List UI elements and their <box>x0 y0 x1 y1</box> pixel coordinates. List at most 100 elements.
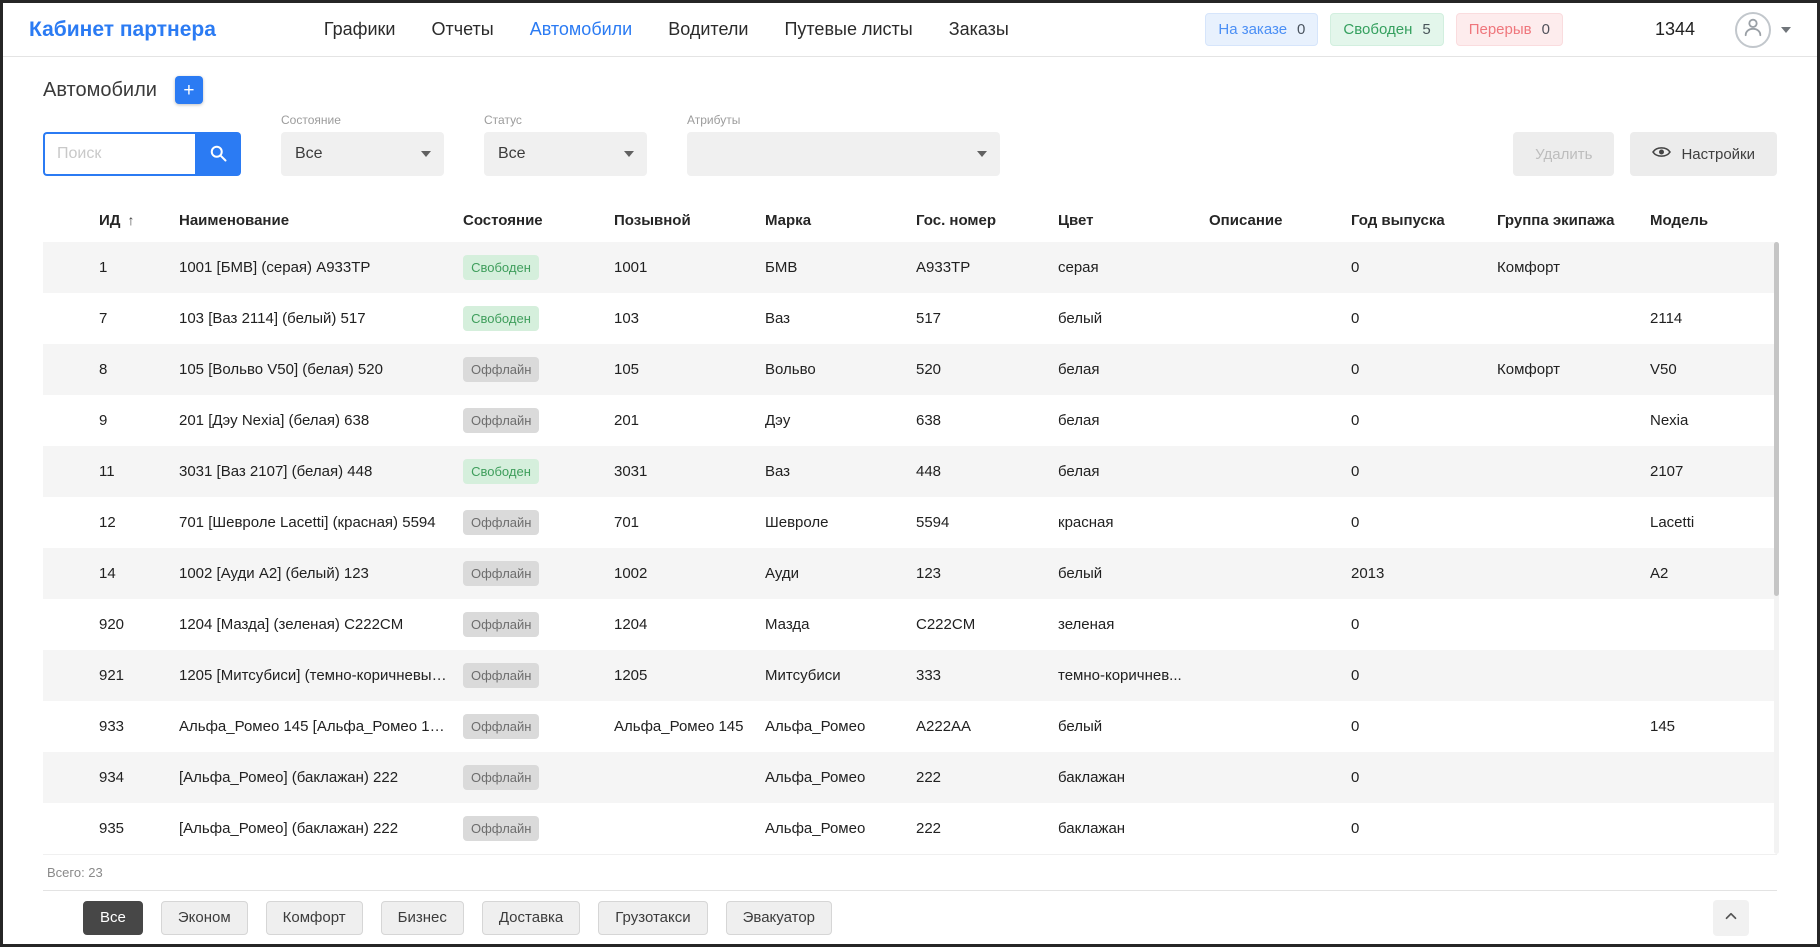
column-header[interactable]: Марка <box>765 212 916 229</box>
table-row[interactable]: 920 1204 [Мазда] (зеленая) C222CM Оффлай… <box>43 599 1777 650</box>
nav-item[interactable]: Автомобили <box>530 19 633 40</box>
cell-state: Оффлайн <box>463 561 614 586</box>
state-filter-select[interactable]: Все <box>281 132 444 176</box>
table-row[interactable]: 12 701 [Шевроле Lacetti] (красная) 5594 … <box>43 497 1777 548</box>
driver-status-chip: Свободен 5 <box>1330 13 1443 46</box>
table-row[interactable]: 921 1205 [Митсубиси] (темно-коричневый) … <box>43 650 1777 701</box>
table-row[interactable]: 9 201 [Дэу Nexia] (белая) 638 Оффлайн 20… <box>43 395 1777 446</box>
status-filter-group: Статус Все <box>484 113 647 176</box>
vehicle-class-chip[interactable]: Эконом <box>161 901 248 935</box>
cell-color: белая <box>1058 412 1209 429</box>
cell-plate: 520 <box>916 361 1058 378</box>
table-row[interactable]: 935 [Альфа_Ромео] (баклажан) 222 Оффлайн… <box>43 803 1777 854</box>
table-scrollbar[interactable] <box>1774 242 1779 854</box>
vehicle-class-chip[interactable]: Грузотакси <box>598 901 707 935</box>
cell-color: белый <box>1058 718 1209 735</box>
status-filter-select[interactable]: Все <box>484 132 647 176</box>
status-chip-label: Перерыв <box>1469 21 1532 38</box>
column-header-label: Наименование <box>179 212 289 229</box>
cell-id: 12 <box>43 514 179 531</box>
cell-model: 2114 <box>1650 310 1777 327</box>
cell-state: Оффлайн <box>463 357 614 382</box>
column-header[interactable]: Описание <box>1209 212 1351 229</box>
cell-color: белый <box>1058 310 1209 327</box>
table-row[interactable]: 14 1002 [Ауди A2] (белый) 123 Оффлайн 10… <box>43 548 1777 599</box>
scrollbar-thumb[interactable] <box>1774 242 1779 596</box>
cell-color: белая <box>1058 361 1209 378</box>
table-row[interactable]: 7 103 [Ваз 2114] (белый) 517 Свободен 10… <box>43 293 1777 344</box>
column-header[interactable]: Цвет <box>1058 212 1209 229</box>
vehicle-class-chip[interactable]: Все <box>83 901 143 935</box>
nav-item[interactable]: Заказы <box>949 19 1009 40</box>
vehicle-class-chip[interactable]: Эвакуатор <box>726 901 832 935</box>
cell-id: 9 <box>43 412 179 429</box>
cell-state: Оффлайн <box>463 510 614 535</box>
cell-name: 1204 [Мазда] (зеленая) C222CM <box>179 616 463 633</box>
cell-year: 0 <box>1351 361 1497 378</box>
search-input[interactable] <box>43 132 195 176</box>
column-header[interactable]: Группа экипажа <box>1497 212 1650 229</box>
nav-item[interactable]: Графики <box>324 19 396 40</box>
cell-brand: БМВ <box>765 259 916 276</box>
brand-title[interactable]: Кабинет партнера <box>29 18 216 42</box>
total-count: Всего: 23 <box>47 865 103 880</box>
collapse-button[interactable] <box>1713 900 1749 936</box>
cell-plate: C222CM <box>916 616 1058 633</box>
column-header-label: Гос. номер <box>916 212 996 229</box>
column-header-label: Модель <box>1650 212 1708 229</box>
state-badge: Оффлайн <box>463 714 539 739</box>
cell-year: 0 <box>1351 463 1497 480</box>
state-filter-value: Все <box>295 145 323 163</box>
table-row[interactable]: 934 [Альфа_Ромео] (баклажан) 222 Оффлайн… <box>43 752 1777 803</box>
table-body: 1 1001 [БМВ] (серая) A933TP Свободен 100… <box>43 242 1777 854</box>
cell-callsign: 701 <box>614 514 765 531</box>
chevron-down-icon <box>977 151 987 157</box>
state-filter-label: Состояние <box>281 113 444 127</box>
nav-item[interactable]: Путевые листы <box>784 19 912 40</box>
column-header[interactable]: Модель <box>1650 212 1777 229</box>
add-vehicle-button[interactable]: + <box>175 76 203 104</box>
cell-year: 0 <box>1351 820 1497 837</box>
column-header[interactable]: ИД ↑ <box>43 212 179 229</box>
status-chip-count: 0 <box>1297 21 1305 38</box>
settings-button[interactable]: Настройки <box>1630 132 1777 176</box>
chevron-up-icon <box>1722 907 1740 928</box>
cell-color: зеленая <box>1058 616 1209 633</box>
column-header[interactable]: Год выпуска <box>1351 212 1497 229</box>
cell-model: 2107 <box>1650 463 1777 480</box>
column-header-label: Группа экипажа <box>1497 212 1614 229</box>
cell-model: Lacetti <box>1650 514 1777 531</box>
table-row[interactable]: 1 1001 [БМВ] (серая) A933TP Свободен 100… <box>43 242 1777 293</box>
column-header[interactable]: Состояние <box>463 212 614 229</box>
nav-item[interactable]: Отчеты <box>431 19 493 40</box>
nav-item[interactable]: Водители <box>668 19 748 40</box>
cell-plate: 222 <box>916 820 1058 837</box>
search-icon <box>208 143 228 166</box>
vehicle-class-chip[interactable]: Доставка <box>482 901 580 935</box>
table-row[interactable]: 933 Альфа_Ромео 145 [Альфа_Ромео 145] (.… <box>43 701 1777 752</box>
table-row[interactable]: 11 3031 [Ваз 2107] (белая) 448 Свободен … <box>43 446 1777 497</box>
column-header-label: Позывной <box>614 212 691 229</box>
status-chip-count: 5 <box>1422 21 1430 38</box>
cell-brand: Ауди <box>765 565 916 582</box>
vehicle-class-chip[interactable]: Бизнес <box>381 901 464 935</box>
search-button[interactable] <box>195 132 241 176</box>
table-row[interactable]: 8 105 [Вольво V50] (белая) 520 Оффлайн 1… <box>43 344 1777 395</box>
chevron-down-icon[interactable] <box>1781 27 1791 33</box>
user-avatar[interactable] <box>1735 12 1771 48</box>
cell-brand: Альфа_Ромео <box>765 820 916 837</box>
column-header[interactable]: Гос. номер <box>916 212 1058 229</box>
page-title: Автомобили <box>43 79 157 102</box>
cell-year: 0 <box>1351 616 1497 633</box>
attributes-filter-select[interactable] <box>687 132 1000 176</box>
cell-callsign: 105 <box>614 361 765 378</box>
column-header[interactable]: Позывной <box>614 212 765 229</box>
delete-button[interactable]: Удалить <box>1513 132 1614 176</box>
cell-name: 201 [Дэу Nexia] (белая) 638 <box>179 412 463 429</box>
vehicle-class-chip[interactable]: Комфорт <box>266 901 363 935</box>
cell-year: 0 <box>1351 769 1497 786</box>
settings-button-label: Настройки <box>1681 146 1755 163</box>
cell-name: 103 [Ваз 2114] (белый) 517 <box>179 310 463 327</box>
cell-name: [Альфа_Ромео] (баклажан) 222 <box>179 769 463 786</box>
column-header[interactable]: Наименование <box>179 212 463 229</box>
